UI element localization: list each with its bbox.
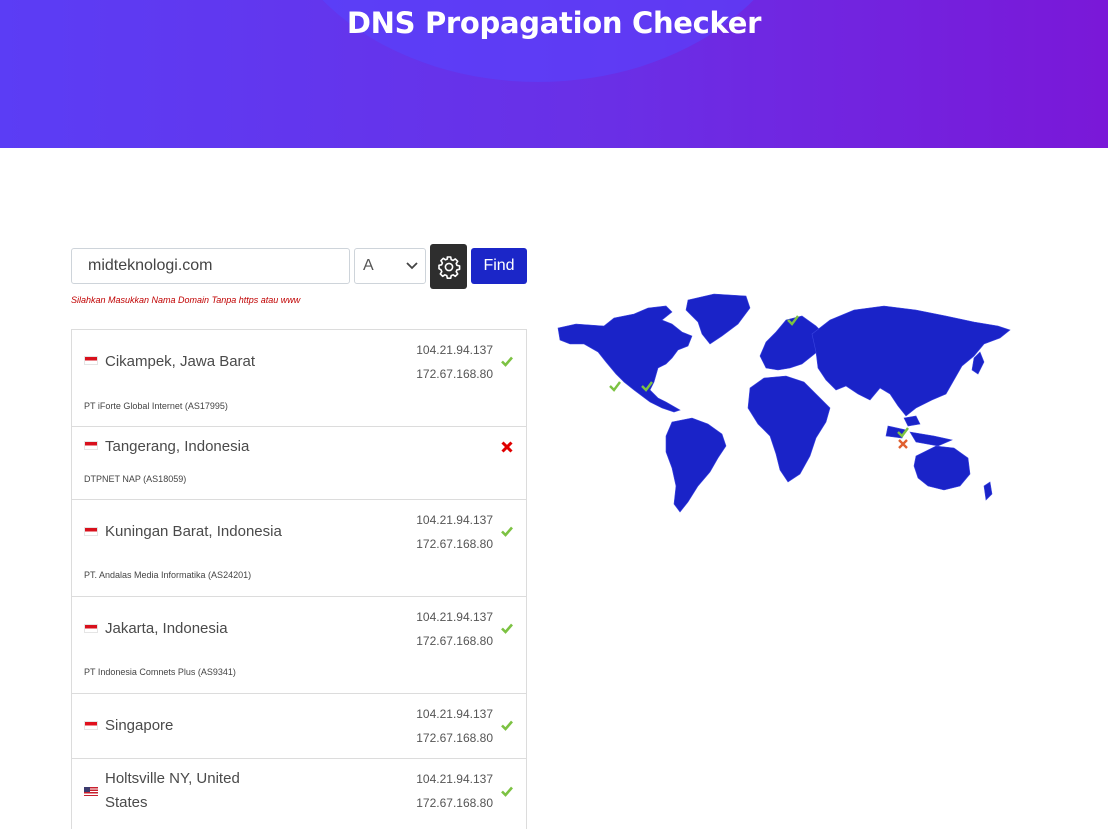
indonesia-flag-icon <box>84 624 98 633</box>
domain-input[interactable] <box>71 248 350 284</box>
result-row: Holtsville NY, United States 104.21.94.1… <box>72 759 526 839</box>
result-ip: 172.67.168.80 <box>416 796 493 810</box>
check-icon <box>501 623 513 634</box>
result-isp: PT. Andalas Media Informatika (AS24201) <box>84 570 252 580</box>
hero-banner: DNS Propagation Checker <box>0 0 1108 148</box>
result-ip: 104.21.94.137 <box>416 513 493 527</box>
page-title: DNS Propagation Checker <box>346 6 762 40</box>
result-isp: PT iForte Global Internet (AS17995) <box>84 401 228 411</box>
map-nz <box>983 481 993 501</box>
map-check-icon <box>609 381 621 392</box>
cross-icon <box>501 441 513 453</box>
result-ip: 104.21.94.137 <box>416 772 493 786</box>
result-isp: DTPNET NAP (AS18059) <box>84 474 187 484</box>
result-row: Kuningan Barat, Indonesia 104.21.94.137 … <box>72 500 526 597</box>
world-map <box>557 293 1011 513</box>
map-sea-islands <box>885 415 953 447</box>
result-ip: 104.21.94.137 <box>416 343 493 357</box>
results-list: Cikampek, Jawa Barat 104.21.94.137 172.6… <box>71 329 527 829</box>
gear-icon <box>437 255 460 279</box>
domain-hint: Silahkan Masukkan Nama Domain Tanpa http… <box>71 295 301 305</box>
result-row: Cikampek, Jawa Barat 104.21.94.137 172.6… <box>72 330 526 427</box>
map-north-america <box>557 305 693 413</box>
result-location: Tangerang, Indonesia <box>105 438 250 455</box>
result-ip: 172.67.168.80 <box>416 537 493 551</box>
result-row: Tangerang, Indonesia DTPNET NAP (AS18059… <box>72 427 526 500</box>
record-type-select[interactable]: A <box>354 248 426 284</box>
result-location: Kuningan Barat, Indonesia <box>105 523 282 540</box>
check-icon <box>501 720 513 731</box>
map-africa <box>747 375 831 483</box>
result-location: Jakarta, Indonesia <box>105 620 228 637</box>
chevron-down-icon <box>406 262 418 270</box>
record-type-value: A <box>363 257 374 274</box>
result-location: Cikampek, Jawa Barat <box>105 353 256 370</box>
map-australia <box>913 445 971 491</box>
indonesia-flag-icon <box>84 527 98 536</box>
result-location: Singapore <box>105 717 174 734</box>
us-flag-icon <box>84 787 98 796</box>
indonesia-flag-icon <box>84 441 98 450</box>
result-location: States <box>105 794 148 811</box>
result-location: Holtsville NY, United <box>105 770 240 787</box>
map-south-america <box>665 417 727 513</box>
result-ip: 172.67.168.80 <box>416 367 493 381</box>
result-ip: 104.21.94.137 <box>416 707 493 721</box>
check-icon <box>501 356 513 367</box>
map-greenland <box>685 293 751 345</box>
find-button[interactable]: Find <box>471 248 527 284</box>
check-icon <box>501 786 513 797</box>
singapore-flag-icon <box>84 721 98 730</box>
result-ip: 172.67.168.80 <box>416 634 493 648</box>
result-row: Jakarta, Indonesia 104.21.94.137 172.67.… <box>72 597 526 694</box>
settings-button[interactable] <box>430 244 467 289</box>
result-ip: 172.67.168.80 <box>416 731 493 745</box>
result-isp: PT Indonesia Comnets Plus (AS9341) <box>84 667 236 677</box>
check-icon <box>501 526 513 537</box>
map-cross-icon <box>898 439 908 449</box>
result-ip: 104.21.94.137 <box>416 610 493 624</box>
indonesia-flag-icon <box>84 356 98 365</box>
result-row: Singapore 104.21.94.137 172.67.168.80 <box>72 694 526 759</box>
